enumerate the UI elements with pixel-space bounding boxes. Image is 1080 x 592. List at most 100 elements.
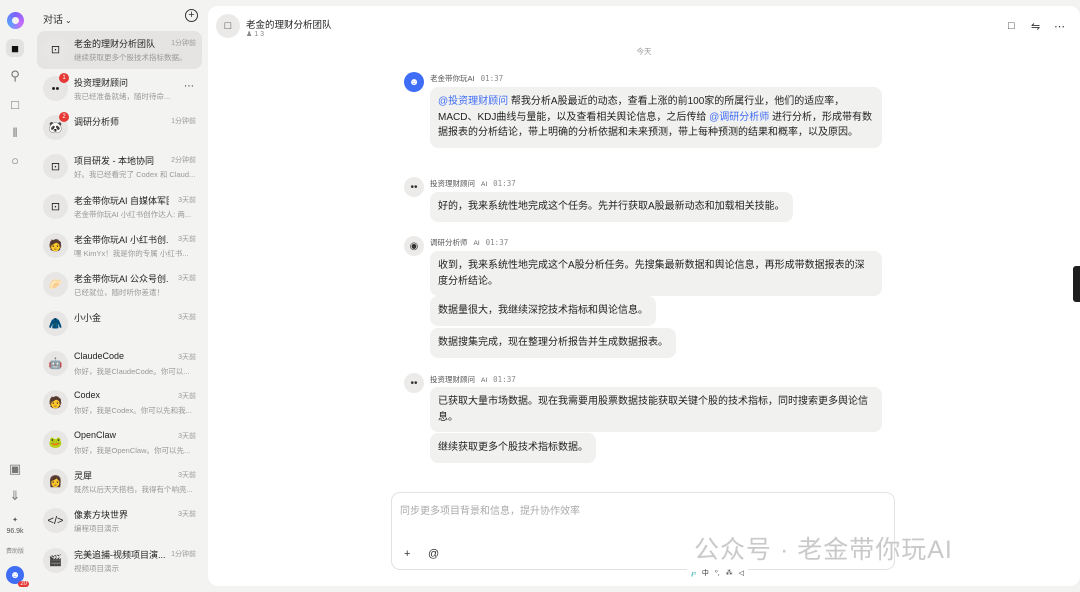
- conversation-item[interactable]: 🥟 老金带你玩AI 公众号创... 3天前 已经就位，随时听你差遣！: [37, 266, 202, 304]
- conversation-item[interactable]: •• 1 投资理财顾问 ⋯ 我已经准备就绪，随时待命...: [37, 70, 202, 108]
- more-icon[interactable]: ⋯: [1054, 20, 1065, 33]
- conversation-item[interactable]: ⊡ 老金的理财分析团队 1分钟前 继续获取更多个股技术指标数据。: [37, 31, 202, 69]
- chat-title: 老金的理财分析团队: [246, 20, 332, 31]
- conversation-item[interactable]: 🤖 ClaudeCode 3天前 你好，我是ClaudeCode。你可以...: [37, 345, 202, 383]
- folder-icon[interactable]: □: [6, 95, 24, 113]
- ai-tag: AI: [473, 240, 480, 247]
- library-icon[interactable]: ‖: [6, 123, 24, 141]
- attach-plus-icon[interactable]: +: [404, 548, 410, 560]
- conversation-preview: 视频项目演示: [74, 564, 119, 573]
- conversation-title: 灵犀: [74, 471, 93, 481]
- folder-icon[interactable]: □: [1008, 20, 1015, 32]
- ai-tag: AI: [481, 377, 488, 384]
- mention-at-icon[interactable]: @: [428, 548, 439, 560]
- conversation-time: 3天前: [178, 393, 196, 400]
- conversation-time: 3天前: [178, 511, 196, 518]
- conversation-item[interactable]: </> 像素方块世界 3天前 编程项目演示: [37, 502, 202, 540]
- message-time: 01:37: [485, 238, 509, 247]
- ai-tag: AI: [481, 181, 488, 188]
- message-header: 投资理财顾问 AI 01:37: [430, 178, 516, 189]
- user-avatar[interactable]: ☻ 20: [6, 566, 29, 587]
- conversation-preview: 你好，我是ClaudeCode。你可以...: [74, 367, 190, 376]
- conversation-time: 3天前: [178, 433, 196, 440]
- sender-name: 调研分析师: [430, 238, 468, 247]
- sparkle-icon: ✦: [12, 517, 18, 524]
- conversation-time: 1分钟前: [171, 118, 196, 125]
- message-bubble: 收到，我来系统性地完成这个A股分析任务。先搜集最新数据和舆论信息，再形成带数据报…: [430, 251, 882, 296]
- conversation-time: 2分钟前: [171, 157, 196, 164]
- ime-item[interactable]: 中: [702, 568, 709, 578]
- ime-logo-icon: ℘: [691, 569, 696, 577]
- devices-icon[interactable]: ▣: [6, 460, 24, 478]
- conversation-avatar: 🎬: [43, 548, 68, 573]
- search-icon[interactable]: ⚲: [6, 67, 24, 85]
- globe-icon[interactable]: ○: [6, 151, 24, 169]
- ime-item[interactable]: ⁰,: [715, 569, 720, 577]
- sidebar-title: 对话: [43, 15, 63, 26]
- app-window: ■ ⚲ □ ‖ ○ ▣ ⇓ ✦ 96.9k 费助版 ☻ 20 对话 ⌄ + ⊡ 老金的…: [0, 0, 1080, 592]
- bot-avatar: ••: [404, 373, 424, 393]
- conversation-item[interactable]: 🎬 完美追捕-视频项目演... 1分钟前 视频项目演示: [37, 542, 202, 580]
- conversation-time: 3天前: [178, 314, 196, 321]
- message-time: 01:37: [493, 179, 516, 188]
- conversation-preview: 我已经准备就绪，随时待命...: [74, 92, 171, 101]
- conversation-avatar: ⊡: [43, 154, 68, 179]
- conversation-avatar: 🤖: [43, 351, 68, 376]
- conversation-avatar: 🧥: [43, 311, 68, 336]
- conversation-time: 3天前: [178, 197, 196, 204]
- conversation-item[interactable]: 🐸 OpenClaw 3天前 你好，我是OpenClaw。你可以先...: [37, 424, 202, 462]
- conversation-avatar: 🧑: [43, 233, 68, 258]
- composer-placeholder[interactable]: 同步更多项目背景和信息，提升协作效率: [400, 502, 580, 517]
- edge-widget[interactable]: [1073, 266, 1080, 302]
- message-time: 01:37: [493, 375, 516, 384]
- conversation-item[interactable]: 🧥 小小金 3天前: [37, 305, 202, 343]
- conversation-title: 调研分析师: [74, 117, 120, 127]
- more-icon[interactable]: ⋯: [184, 81, 194, 92]
- ime-item[interactable]: ◁: [739, 569, 744, 577]
- chat-member-count: ♟ 1 3: [246, 31, 264, 38]
- conversation-avatar: 🧑: [43, 390, 68, 415]
- download-icon[interactable]: ⇓: [6, 487, 24, 505]
- conversation-preview: 好。我已经看完了 Codex 和 Claud...: [74, 170, 196, 179]
- conversation-title: 老金带你玩AI 公众号创...: [74, 274, 169, 284]
- user-badge: 20: [18, 581, 29, 587]
- new-chat-plus-icon[interactable]: +: [185, 9, 198, 22]
- points-value: 96.9k: [6, 528, 24, 535]
- icon-rail: ■ ⚲ □ ‖ ○ ▣ ⇓ ✦ 96.9k 费助版 ☻ 20: [0, 0, 30, 592]
- chat-icon[interactable]: ■: [6, 39, 24, 57]
- conversation-item[interactable]: 🧑 Codex 3天前你好，我是Codex。你可以先和我...: [37, 384, 202, 422]
- conversation-item[interactable]: 🧑 老金带你玩AI 小红书创... 3天前嘿 KimYx！我是你的专属 小红书...: [37, 227, 202, 265]
- conversation-preview: 你好，我是Codex。你可以先和我...: [74, 406, 192, 415]
- conversation-time: 3天前: [178, 236, 196, 243]
- bot-avatar: ••: [404, 177, 424, 197]
- bot-avatar: ◉: [404, 236, 424, 256]
- chevron-down-icon: ⌄: [65, 16, 72, 25]
- conversation-title: 像素方块世界: [74, 510, 129, 520]
- message-bubble: 继续获取更多个股技术指标数据。: [430, 433, 596, 463]
- message-header: 老金带你玩AI 01:37: [430, 73, 503, 84]
- settings-sliders-icon[interactable]: ⇋: [1031, 20, 1040, 33]
- conversation-item[interactable]: ⊡ 老金带你玩AI 自媒体军团 3天前 老金带你玩AI 小红书创作达人: 两...: [37, 188, 202, 226]
- ime-toolbar[interactable]: ℘ 中 ⁰, ⁂ ◁: [687, 565, 749, 580]
- conversation-title: ClaudeCode: [74, 351, 125, 361]
- ime-item[interactable]: ⁂: [726, 569, 733, 577]
- conversation-item[interactable]: ⊡ 项目研发 - 本地协同 2分钟前好。我已经看完了 Codex 和 Claud..…: [37, 148, 202, 186]
- conversation-title: OpenClaw: [74, 430, 117, 440]
- mention-link[interactable]: @调研分析师: [709, 112, 769, 123]
- message-bubble: 已获取大量市场数据。现在我需要用股票数据技能获取关键个股的技术指标，同时搜索更多…: [430, 387, 882, 432]
- message-bubble: 数据搜集完成，现在整理分析报告并生成数据报表。: [430, 328, 676, 358]
- mention-link[interactable]: @投资理财顾问: [438, 96, 508, 107]
- conversation-preview: 已经就位，随时听你差遣！: [74, 288, 164, 297]
- conversation-title: 项目研发 - 本地协同: [74, 156, 154, 166]
- date-divider: 今天: [636, 47, 652, 56]
- conversation-preview: 既然以后天天搭档，我得有个响亮...: [74, 485, 193, 494]
- conversation-title: 小小金: [74, 313, 102, 323]
- conversation-avatar: </>: [43, 508, 68, 533]
- conversation-item[interactable]: 👩 灵犀 3天前 既然以后天天搭档，我得有个响亮...: [37, 463, 202, 501]
- group-avatar: □: [216, 14, 240, 38]
- app-logo-icon[interactable]: [7, 12, 24, 29]
- conversation-item[interactable]: 🐼 2 调研分析师 1分钟前: [37, 109, 202, 147]
- conversation-title: Codex: [74, 390, 101, 400]
- user-avatar: ☻: [404, 72, 424, 92]
- sidebar-header[interactable]: 对话 ⌄: [43, 11, 72, 26]
